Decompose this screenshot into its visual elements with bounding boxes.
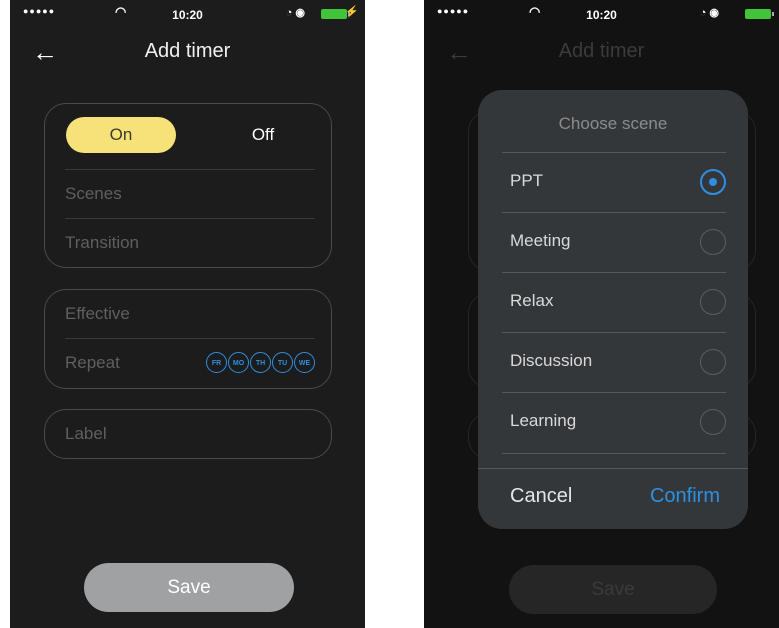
transition-row[interactable]: Transition [65, 218, 315, 267]
dialog-title: Choose scene [558, 114, 668, 133]
option-label: Learning [510, 411, 577, 430]
option-label: Discussion [510, 351, 593, 370]
option-label: Meeting [510, 231, 571, 250]
label-field[interactable]: Label [44, 409, 332, 459]
alarm-icon: ◔ ◉ [285, 7, 305, 19]
repeat-days: FR MO TH TU WE [206, 352, 315, 373]
nav-bar: ← Add timer [424, 36, 779, 72]
day-chip[interactable]: WE [294, 352, 315, 373]
scene-option-ppt[interactable]: PPT [502, 152, 726, 213]
day-chip[interactable]: TH [250, 352, 271, 373]
repeat-row[interactable]: Repeat FR MO TH TU WE [65, 338, 315, 387]
day-chip[interactable]: MO [228, 352, 249, 373]
radio-icon[interactable] [700, 349, 726, 375]
scene-option-meeting[interactable]: Meeting [502, 212, 726, 273]
toggle-on-button[interactable]: On [66, 117, 176, 153]
save-button[interactable]: Save [84, 563, 294, 612]
add-timer-screen: ●●●●● ◠ 10:20 ◔ ◉ ⚡ ← Add timer On Off S… [10, 0, 365, 628]
page-title: Add timer [558, 40, 645, 62]
nav-bar: ← Add timer [10, 36, 365, 72]
status-time: 10:20 [172, 8, 203, 22]
mode-card: On Off Scenes Transition [44, 103, 332, 268]
schedule-card: Effective Repeat FR MO TH TU WE [44, 289, 332, 389]
choose-scene-screen: ●●●●● ◠ 10:20 ◔ ◉ ← Add timer Save Choos… [424, 0, 779, 628]
transition-label: Transition [65, 233, 140, 252]
repeat-label: Repeat [65, 353, 120, 372]
status-time: 10:20 [586, 8, 617, 22]
scene-option-discussion[interactable]: Discussion [502, 332, 726, 393]
day-chip[interactable]: TU [272, 352, 293, 373]
label-placeholder: Label [65, 424, 107, 443]
battery-icon [321, 9, 350, 19]
radio-icon[interactable] [700, 289, 726, 315]
radio-selected-icon[interactable] [700, 169, 726, 195]
option-label: Relax [510, 291, 554, 310]
label-row: Label [65, 410, 315, 458]
scene-option-relax[interactable]: Relax [502, 272, 726, 333]
effective-row[interactable]: Effective [65, 290, 315, 338]
radio-icon[interactable] [700, 409, 726, 435]
radio-icon[interactable] [700, 229, 726, 255]
choose-scene-dialog: Choose scene PPT Meeting Relax Discussio… [478, 90, 748, 529]
confirm-button[interactable]: Confirm [650, 485, 720, 508]
scenes-label: Scenes [65, 184, 122, 203]
dialog-divider [478, 468, 748, 469]
toggle-off-button[interactable]: Off [223, 117, 303, 153]
dimmed-save-button: Save [509, 565, 717, 614]
option-label: PPT [510, 171, 544, 190]
page-title: Add timer [144, 40, 231, 62]
effective-label: Effective [65, 304, 130, 323]
scene-option-learning[interactable]: Learning [502, 392, 726, 454]
status-bar: ●●●●● ◠ 10:20 ◔ ◉ ⚡ [10, 0, 365, 30]
day-chip[interactable]: FR [206, 352, 227, 373]
alarm-icon: ◔ ◉ [699, 7, 719, 19]
status-bar: ●●●●● ◠ 10:20 ◔ ◉ [424, 0, 779, 30]
scenes-row[interactable]: Scenes [65, 169, 315, 218]
battery-icon [745, 9, 774, 19]
charging-icon: ⚡ [345, 6, 359, 18]
cancel-button[interactable]: Cancel [510, 485, 572, 508]
